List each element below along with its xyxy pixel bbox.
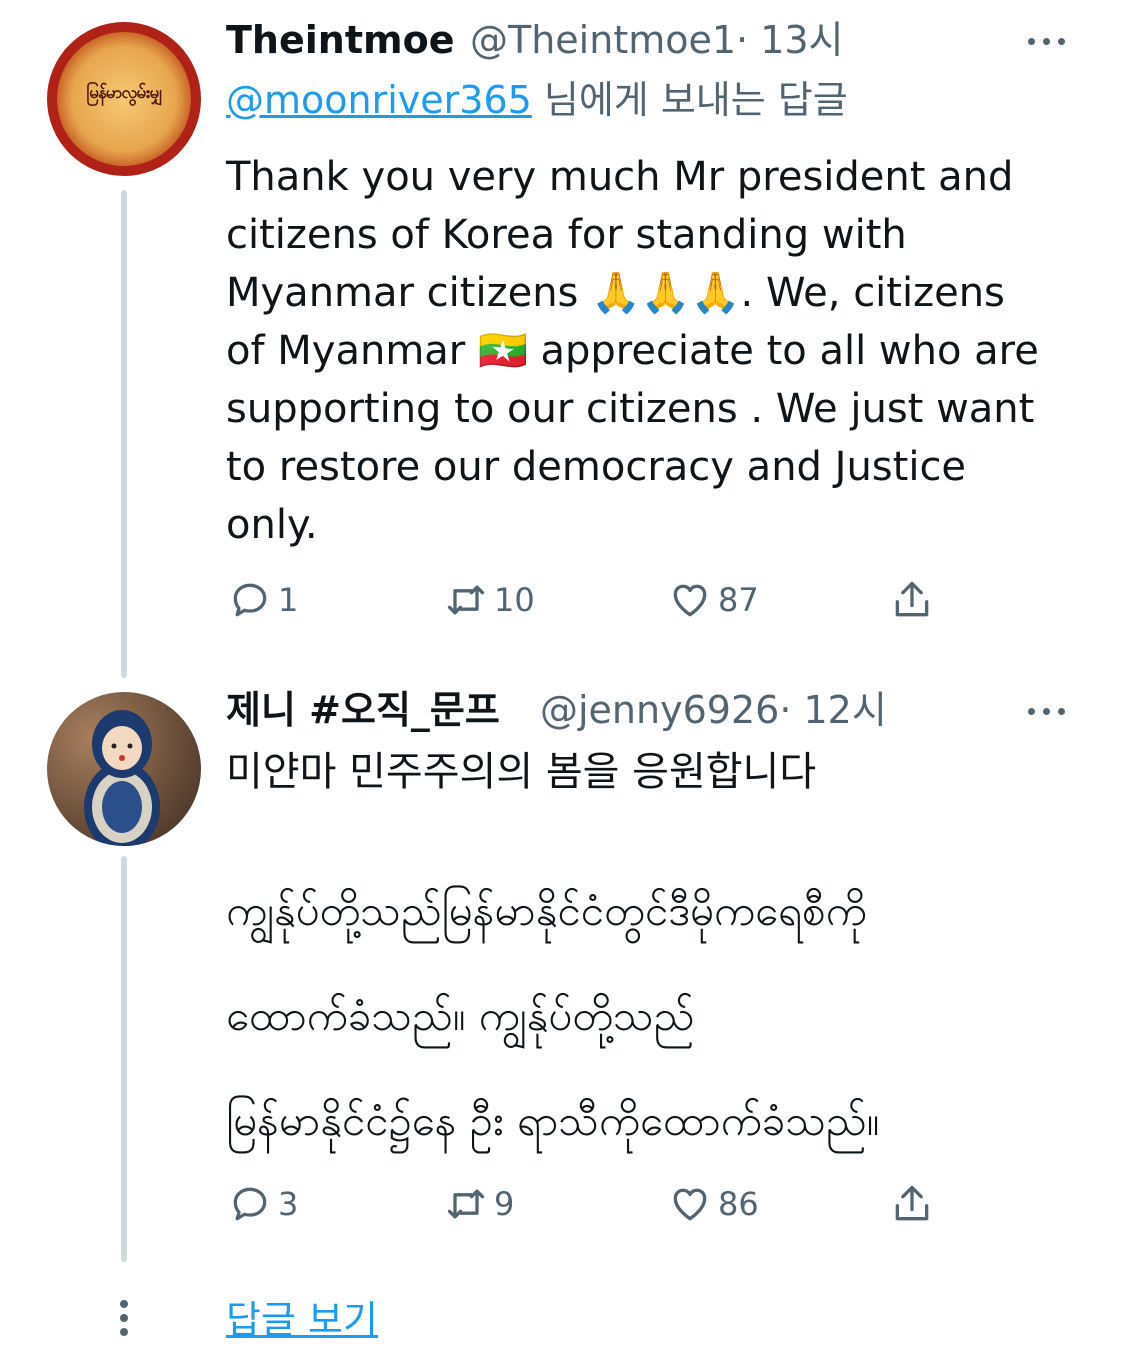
reply-button[interactable]: 1 — [228, 576, 298, 624]
reply-to-link[interactable]: @moonriver365 — [226, 78, 532, 122]
show-replies-link[interactable]: 답글 보기 — [226, 1296, 378, 1344]
retweet-button[interactable]: 10 — [444, 576, 535, 624]
tweet-myanmar-text: ကျွန်ုပ်တို့သည်မြန်မာနိုင်ငံတွင်ဒီမိုကရေ… — [226, 858, 1086, 1173]
tweet-text-line: မြန်မာနိုင်ငံ၌နေ ဦး ရာသီကိုထောက်ခံသည်။ — [226, 1096, 880, 1145]
like-count: 86 — [718, 1185, 759, 1223]
share-button[interactable] — [890, 576, 934, 624]
like-button[interactable]: 87 — [668, 576, 759, 624]
vertical-dots-icon — [118, 1300, 130, 1336]
share-icon — [895, 581, 929, 617]
tweet-text-line: only. — [226, 502, 318, 548]
nesting-doll-image — [84, 710, 160, 846]
avatar-logo: မြန်မာလွမ်းမျှ — [86, 83, 162, 103]
tweet-text-line: ထောက်ခံသည်။ ကျွန်ုပ်တို့သည် — [226, 991, 695, 1040]
display-name[interactable]: 제니 #오직_문프 — [226, 687, 500, 733]
user-handle[interactable]: @Theintmoe1· 13시 — [470, 17, 844, 63]
tweet-text-line: Thank you very much Mr president and — [226, 154, 1014, 200]
tweet-text-line: of Myanmar 🇲🇲 appreciate to all who are — [226, 328, 1039, 374]
retweet-icon — [447, 585, 485, 615]
retweet-icon — [447, 1189, 485, 1219]
avatar[interactable] — [47, 692, 201, 846]
thread-line — [121, 190, 127, 678]
heart-icon — [673, 1188, 707, 1221]
reply-to-suffix: 님에게 보내는 답글 — [531, 78, 848, 122]
like-button[interactable]: 86 — [668, 1180, 759, 1228]
tweet-korean-line: 미얀마 민주주의의 봄을 응원합니다 — [226, 749, 817, 795]
more-icon[interactable] — [1028, 704, 1068, 718]
reply-count: 1 — [278, 581, 299, 619]
share-icon — [895, 1185, 929, 1221]
timestamp[interactable]: · 13시 — [736, 18, 843, 62]
avatar[interactable]: မြန်မာလွမ်းမျှ — [47, 22, 201, 176]
tweet-text-line: Myanmar citizens 🙏🙏🙏. We, citizens — [226, 270, 1005, 316]
like-count: 87 — [718, 581, 759, 619]
timestamp[interactable]: · 12시 — [779, 688, 886, 732]
tweet-text-line: ကျွန်ုပ်တို့သည်မြန်မာနိုင်ငံတွင်ဒီမိုကရေ… — [226, 886, 867, 935]
retweet-count: 9 — [494, 1185, 515, 1223]
thread-line — [121, 856, 127, 1262]
reply-to-line: @moonriver365 님에게 보내는 답글 — [226, 76, 848, 124]
reply-count: 3 — [278, 1185, 299, 1223]
tweet-text-line: to restore our democracy and Justice — [226, 444, 967, 490]
reply-icon — [233, 1187, 267, 1221]
heart-icon — [673, 584, 707, 617]
reply-icon — [233, 583, 267, 617]
display-name[interactable]: Theintmoe — [226, 17, 454, 63]
share-button[interactable] — [890, 1180, 934, 1228]
tweet-text: Thank you very much Mr president and cit… — [226, 148, 1086, 554]
more-icon[interactable] — [1028, 34, 1068, 48]
tweet-text-line: supporting to our citizens . We just wan… — [226, 386, 1035, 432]
tweet-text-line: citizens of Korea for standing with — [226, 212, 907, 258]
retweet-count: 10 — [494, 581, 535, 619]
retweet-button[interactable]: 9 — [444, 1180, 514, 1228]
user-handle[interactable]: @jenny6926· 12시 — [540, 687, 887, 733]
reply-button[interactable]: 3 — [228, 1180, 298, 1228]
